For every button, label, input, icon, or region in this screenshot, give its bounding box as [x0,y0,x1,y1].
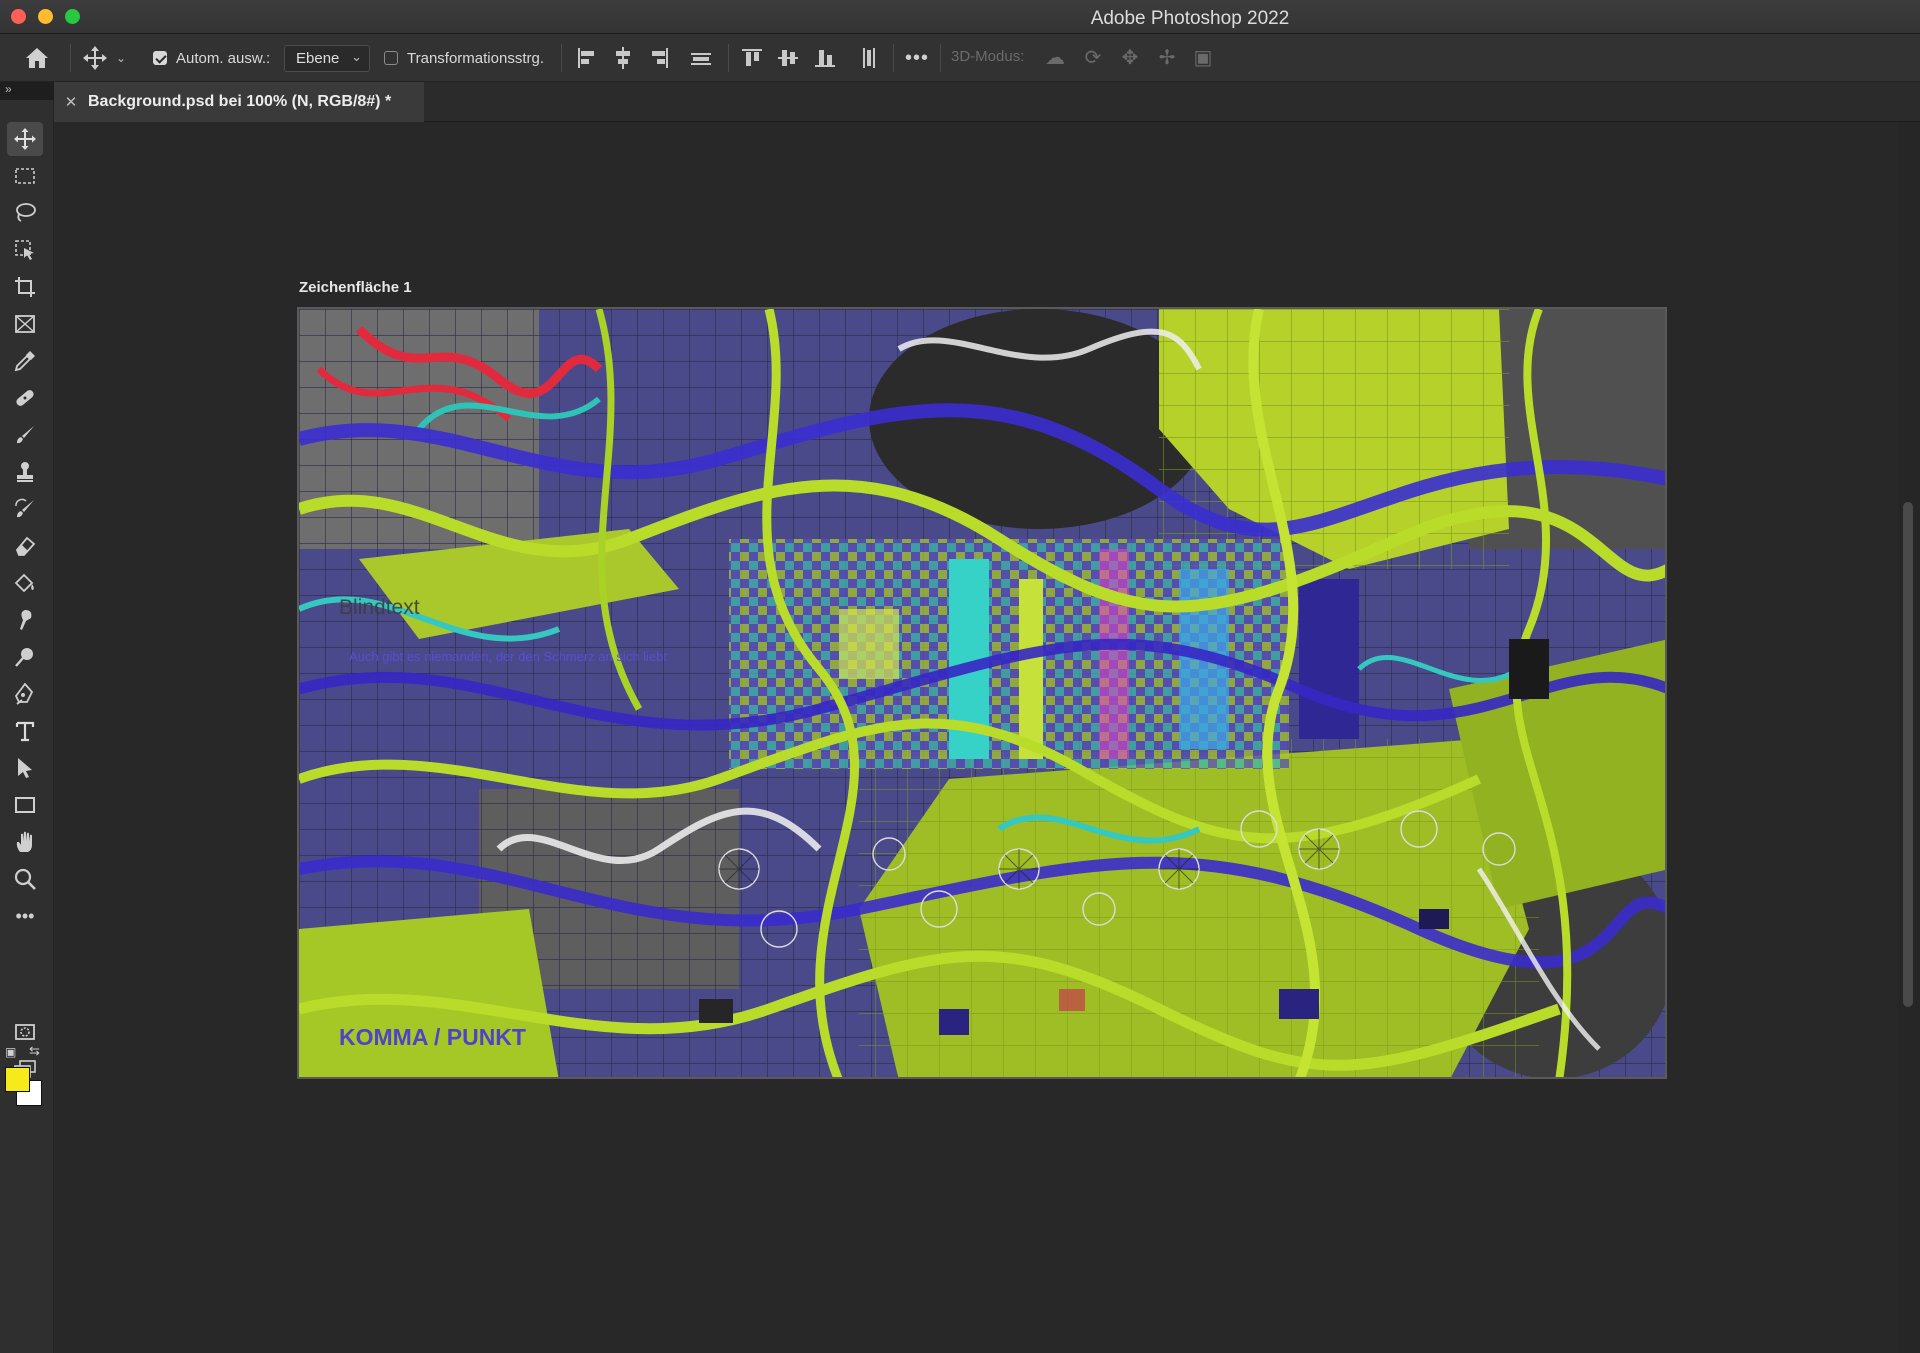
path-selection-icon [18,758,32,778]
app-title: Adobe Photoshop 2022 [1090,8,1290,29]
type-icon [15,721,35,742]
object-selection-icon [15,240,34,260]
divider [561,44,562,72]
divider [728,44,729,72]
options-bar: ⌄ Autom. ausw.: Ebene ⌄ Transformationss… [0,34,1920,82]
document-tab[interactable]: ✕ Background.psd bei 100% (N, RGB/8#) * [54,82,424,122]
hand-tool[interactable] [7,825,43,859]
paint-bucket-icon [14,573,34,593]
edit-toolbar-icon[interactable]: ••• [7,899,43,933]
history-brush-tool[interactable] [7,492,43,526]
close-tab-icon[interactable]: ✕ [54,93,88,111]
scrollbar-thumb[interactable] [1903,502,1913,1007]
crop-tool[interactable] [7,270,43,304]
align-top-edges-icon[interactable] [741,46,763,70]
marquee-icon [15,168,35,184]
brush-icon [17,426,34,444]
zoom-icon [14,868,36,890]
artwork-text-paragraph: Auch gibt es niemanden, der den Schmerz … [349,649,667,664]
align-vertical-centers-icon[interactable] [777,46,799,70]
roll-3d-icon[interactable]: ⟳ [1080,45,1106,71]
slide-3d-icon[interactable]: ✢ [1154,45,1180,71]
crop-icon [15,277,35,297]
eraser-icon [15,536,36,556]
align-bottom-edges-icon[interactable] [814,46,836,70]
align-left-edges-icon[interactable] [576,46,598,70]
rectangle-icon [15,797,35,813]
artboard-canvas[interactable]: Blindtext Auch gibt es niemanden, der de… [297,307,1667,1079]
transform-controls-toggle[interactable]: Transformationsstrg. [384,34,544,82]
move-icon [14,128,36,150]
document-tab-bar: ✕ Background.psd bei 100% (N, RGB/8#) * [54,82,1920,122]
auto-select-checkbox[interactable] [153,51,167,65]
move-tool-icon [83,46,107,70]
frame-tool[interactable] [7,307,43,341]
title-bar: Adobe Photoshop 2022 [0,0,1920,34]
document-tab-title: Background.psd bei 100% (N, RGB/8#) * [88,93,392,110]
smudge-icon [20,610,32,630]
distribute-vertically-icon[interactable] [858,46,880,70]
vertical-scrollbar[interactable] [1898,122,1920,1353]
home-button[interactable] [24,34,50,82]
glitch-artwork-image: Blindtext Auch gibt es niemanden, der de… [299,309,1665,1077]
artwork-text-komma-punkt: KOMMA / PUNKT [339,1024,526,1050]
bandage-icon [16,390,34,406]
mode-3d-label: 3D-Modus: [951,48,1025,65]
zoom-tool[interactable] [7,862,43,896]
align-right-edges-icon[interactable] [648,46,670,70]
divider [893,44,894,72]
more-options-icon[interactable]: ••• [905,34,929,82]
tools-panel: ••• ▣ ⇆ [0,100,54,1353]
history-brush-icon [15,498,34,518]
move-tool[interactable] [7,122,43,156]
spot-healing-brush-tool[interactable] [7,381,43,415]
chevron-down-icon: ⌄ [116,51,127,65]
dodge-tool[interactable] [7,640,43,674]
object-selection-tool[interactable] [7,233,43,267]
home-icon [26,48,48,68]
eyedropper-icon [14,351,35,372]
foreground-color-swatch[interactable] [5,1067,30,1092]
quick-mask-button[interactable] [7,1015,43,1049]
rectangle-tool[interactable] [7,788,43,822]
move-tool-preset-button[interactable]: ⌄ [82,34,126,82]
path-selection-tool[interactable] [7,751,43,785]
pen-tool[interactable] [7,677,43,711]
divider [70,44,71,72]
eraser-tool[interactable] [7,529,43,563]
smudge-tool[interactable] [7,603,43,637]
auto-select-target-value: Ebene [296,50,340,67]
hand-icon [16,831,32,852]
type-tool[interactable] [7,714,43,748]
frame-icon [15,315,35,333]
auto-select-toggle[interactable]: Autom. ausw.: [153,34,270,82]
brush-tool[interactable] [7,418,43,452]
artboard-label[interactable]: Zeichenfläche 1 [299,279,412,296]
transform-controls-checkbox[interactable] [384,51,398,65]
dodge-icon [15,648,33,667]
align-horizontal-centers-icon[interactable] [612,46,634,70]
distribute-horizontally-icon[interactable] [690,46,712,70]
divider [940,44,941,72]
stamp-icon [17,462,33,482]
artwork-text-blindtext: Blindtext [339,596,420,619]
pan-3d-icon[interactable]: ✥ [1117,45,1143,71]
eyedropper-tool[interactable] [7,344,43,378]
collapse-panels-icon[interactable]: » [0,82,54,100]
paint-bucket-tool[interactable] [7,566,43,600]
quick-mask-icon [15,1024,35,1040]
lasso-icon [16,203,36,222]
lasso-tool[interactable] [7,196,43,230]
auto-select-target-dropdown[interactable]: Ebene ⌄ [284,45,370,72]
transform-controls-label: Transformationsstrg. [407,49,544,67]
chevron-down-icon: ⌄ [351,49,362,64]
scale-3d-icon[interactable]: ▣ [1190,45,1216,71]
pen-icon [14,682,34,705]
rectangular-marquee-tool[interactable] [7,159,43,193]
auto-select-label: Autom. ausw.: [176,49,271,67]
orbit-3d-icon[interactable]: ☁ [1042,45,1068,71]
clone-stamp-tool[interactable] [7,455,43,489]
